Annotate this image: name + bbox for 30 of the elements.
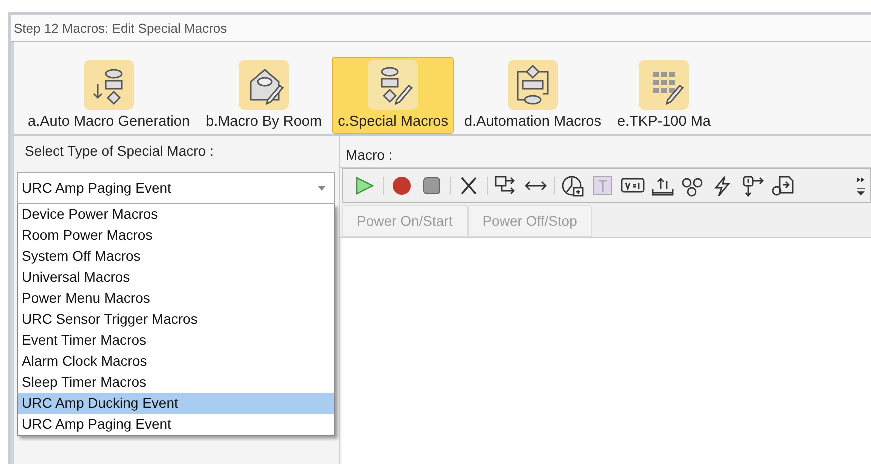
keypad-pencil-icon [639,60,690,110]
ribbon-tab[interactable]: e.TKP-100 Ma [611,57,717,134]
dropdown-option[interactable]: Power Menu Macros [18,288,334,309]
flowchart-icon [84,60,134,110]
ribbon-tab[interactable]: c.Special Macros [332,57,454,134]
dropdown-option[interactable]: Universal Macros [18,267,334,288]
dropdown-arrow-icon [318,186,326,190]
record-icon[interactable] [390,174,414,196]
ribbon-tab[interactable]: a.Auto Macro Generation [22,57,196,134]
document-arrow-icon[interactable] [771,174,795,196]
ribbon-tab[interactable]: d.Automation Macros [458,57,608,134]
dropdown-option[interactable]: Sleep Timer Macros [18,372,334,393]
dropdown-option[interactable]: Device Power Macros [18,204,334,225]
power-arrow-icon[interactable] [741,174,765,196]
flowchart-pencil-icon [368,60,418,110]
overflow-icon[interactable] [856,176,866,196]
dropdown-option[interactable]: URC Amp Paging Event [18,414,334,435]
dropdown-option[interactable]: Event Timer Macros [18,330,334,351]
clock-plus-icon[interactable] [561,174,585,196]
dropdown-option[interactable]: URC Sensor Trigger Macros [18,309,334,330]
ribbon-tab[interactable]: b.Macro By Room [200,57,328,134]
type-dropdown[interactable]: URC Amp Paging Event [17,172,335,204]
flowchart-loop-icon [508,60,558,110]
window-title: Step 12 Macros: Edit Special Macros [11,15,871,42]
dropdown-option[interactable]: Room Power Macros [18,225,334,246]
house-pencil-icon [239,60,290,110]
dropdown-option[interactable]: URC Amp Ducking Event [18,393,334,414]
panel-label: Select Type of Special Macro : [24,142,215,161]
dropdown-option[interactable]: System Off Macros [18,246,334,267]
dropdown-option[interactable]: Alarm Clock Macros [18,351,334,372]
